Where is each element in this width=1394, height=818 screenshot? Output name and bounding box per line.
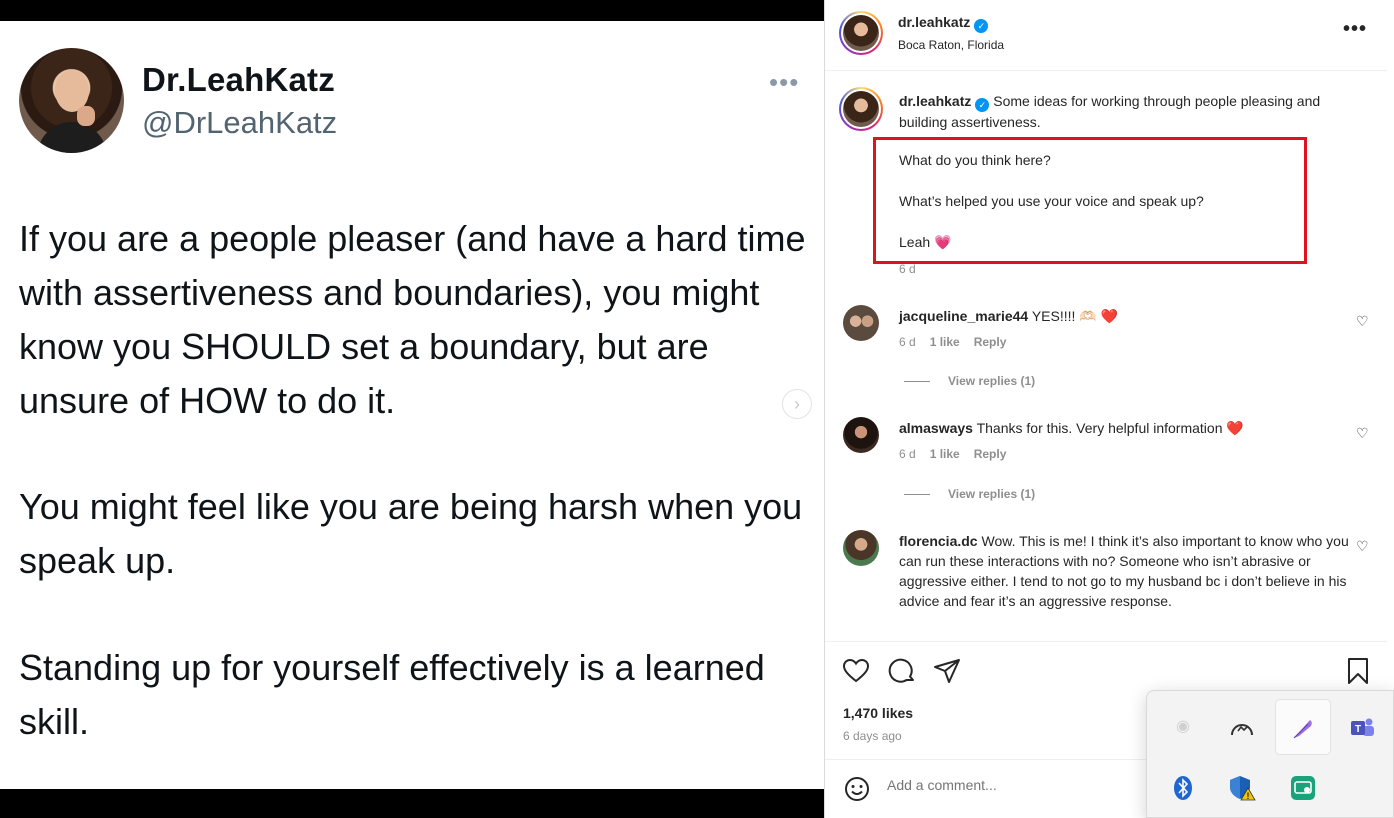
- likes-count[interactable]: 1,470 likes: [843, 705, 913, 721]
- teams-icon[interactable]: T: [1334, 699, 1390, 755]
- comment-text: florencia.dc Wow. This is me! I think it…: [899, 533, 1349, 609]
- more-options-icon[interactable]: •••: [1343, 18, 1367, 41]
- comment-time: 6 d: [899, 447, 916, 461]
- post-age: 6 days ago: [843, 729, 902, 743]
- comment-username[interactable]: jacqueline_marie44: [899, 308, 1028, 324]
- comment-like-icon[interactable]: ♡: [1356, 425, 1369, 442]
- tweet-more-icon: •••: [769, 67, 800, 97]
- save-bookmark-icon[interactable]: [1343, 656, 1373, 686]
- like-icon[interactable]: [841, 656, 871, 686]
- caption: dr.leahkatz ✓ Some ideas for working thro…: [899, 91, 1359, 132]
- tweet-avatar: [19, 48, 124, 153]
- svg-text:T: T: [1355, 724, 1361, 735]
- caption-avatar[interactable]: [839, 87, 883, 131]
- tweet-paragraph: You might feel like you are being harsh …: [19, 486, 803, 581]
- reply-button[interactable]: Reply: [974, 447, 1007, 461]
- comment-likes[interactable]: 1 like: [930, 335, 960, 349]
- comment-meta: 6 d 1 like Reply: [899, 447, 1020, 461]
- post-header: dr.leahkatz ✓ Boca Raton, Florida •••: [825, 0, 1387, 71]
- tweet-handle: @DrLeahKatz: [142, 105, 338, 140]
- faded-app-icon[interactable]: ◉: [1155, 699, 1211, 755]
- comment-text: almasways Thanks for this. Very helpful …: [899, 420, 1244, 436]
- verified-icon: ✓: [975, 98, 990, 112]
- reply-button[interactable]: Reply: [974, 335, 1007, 349]
- emoji-icon[interactable]: [844, 776, 870, 802]
- chevron-right-icon[interactable]: ›: [782, 389, 812, 419]
- comment-time: 6 d: [899, 335, 916, 349]
- comment-icon[interactable]: [887, 656, 917, 686]
- security-warning-icon[interactable]: !: [1214, 759, 1270, 815]
- view-replies-button[interactable]: View replies (1): [904, 487, 1035, 501]
- view-replies-button[interactable]: View replies (1): [904, 374, 1035, 388]
- comment-meta: 6 d 1 like Reply: [899, 335, 1020, 349]
- system-tray-popup: ◉ T !: [1146, 690, 1394, 818]
- header-username[interactable]: dr.leahkatz ✓: [898, 14, 989, 33]
- caption-time: 6 d: [899, 262, 916, 276]
- comment-username[interactable]: florencia.dc: [899, 533, 978, 549]
- comment-username[interactable]: almasways: [899, 420, 973, 436]
- comment-like-icon[interactable]: ♡: [1356, 538, 1369, 555]
- comment-input[interactable]: [887, 777, 1147, 793]
- svg-text:!: !: [1247, 791, 1250, 801]
- remote-desktop-icon[interactable]: [1275, 759, 1331, 815]
- share-icon[interactable]: [932, 656, 962, 686]
- comment-avatar[interactable]: [843, 530, 879, 566]
- comment-like-icon[interactable]: ♡: [1356, 313, 1369, 330]
- post-image: Dr.LeahKatz @DrLeahKatz ••• If you are a…: [0, 0, 824, 818]
- comment-text: jacqueline_marie44 YES!!!! 🫶🏻 ❤️: [899, 308, 1119, 324]
- comment-avatar[interactable]: [843, 305, 879, 341]
- header-avatar[interactable]: [839, 11, 883, 55]
- caption-username[interactable]: dr.leahkatz: [899, 93, 971, 109]
- tweet-paragraph: If you are a people pleaser (and have a …: [19, 218, 806, 421]
- verified-icon: ✓: [974, 19, 989, 33]
- speedometer-icon[interactable]: [1214, 699, 1270, 755]
- bluetooth-icon[interactable]: [1155, 759, 1211, 815]
- tweet-display-name: Dr.LeahKatz: [142, 61, 335, 98]
- comment-avatar[interactable]: [843, 417, 879, 453]
- comment-likes[interactable]: 1 like: [930, 447, 960, 461]
- feather-icon[interactable]: [1275, 699, 1331, 755]
- header-location[interactable]: Boca Raton, Florida: [898, 38, 1004, 52]
- tweet-paragraph: Standing up for yourself effectively is …: [19, 647, 765, 742]
- highlight-annotation-box: [873, 137, 1307, 264]
- tweet-screenshot: Dr.LeahKatz @DrLeahKatz ••• If you are a…: [0, 21, 824, 789]
